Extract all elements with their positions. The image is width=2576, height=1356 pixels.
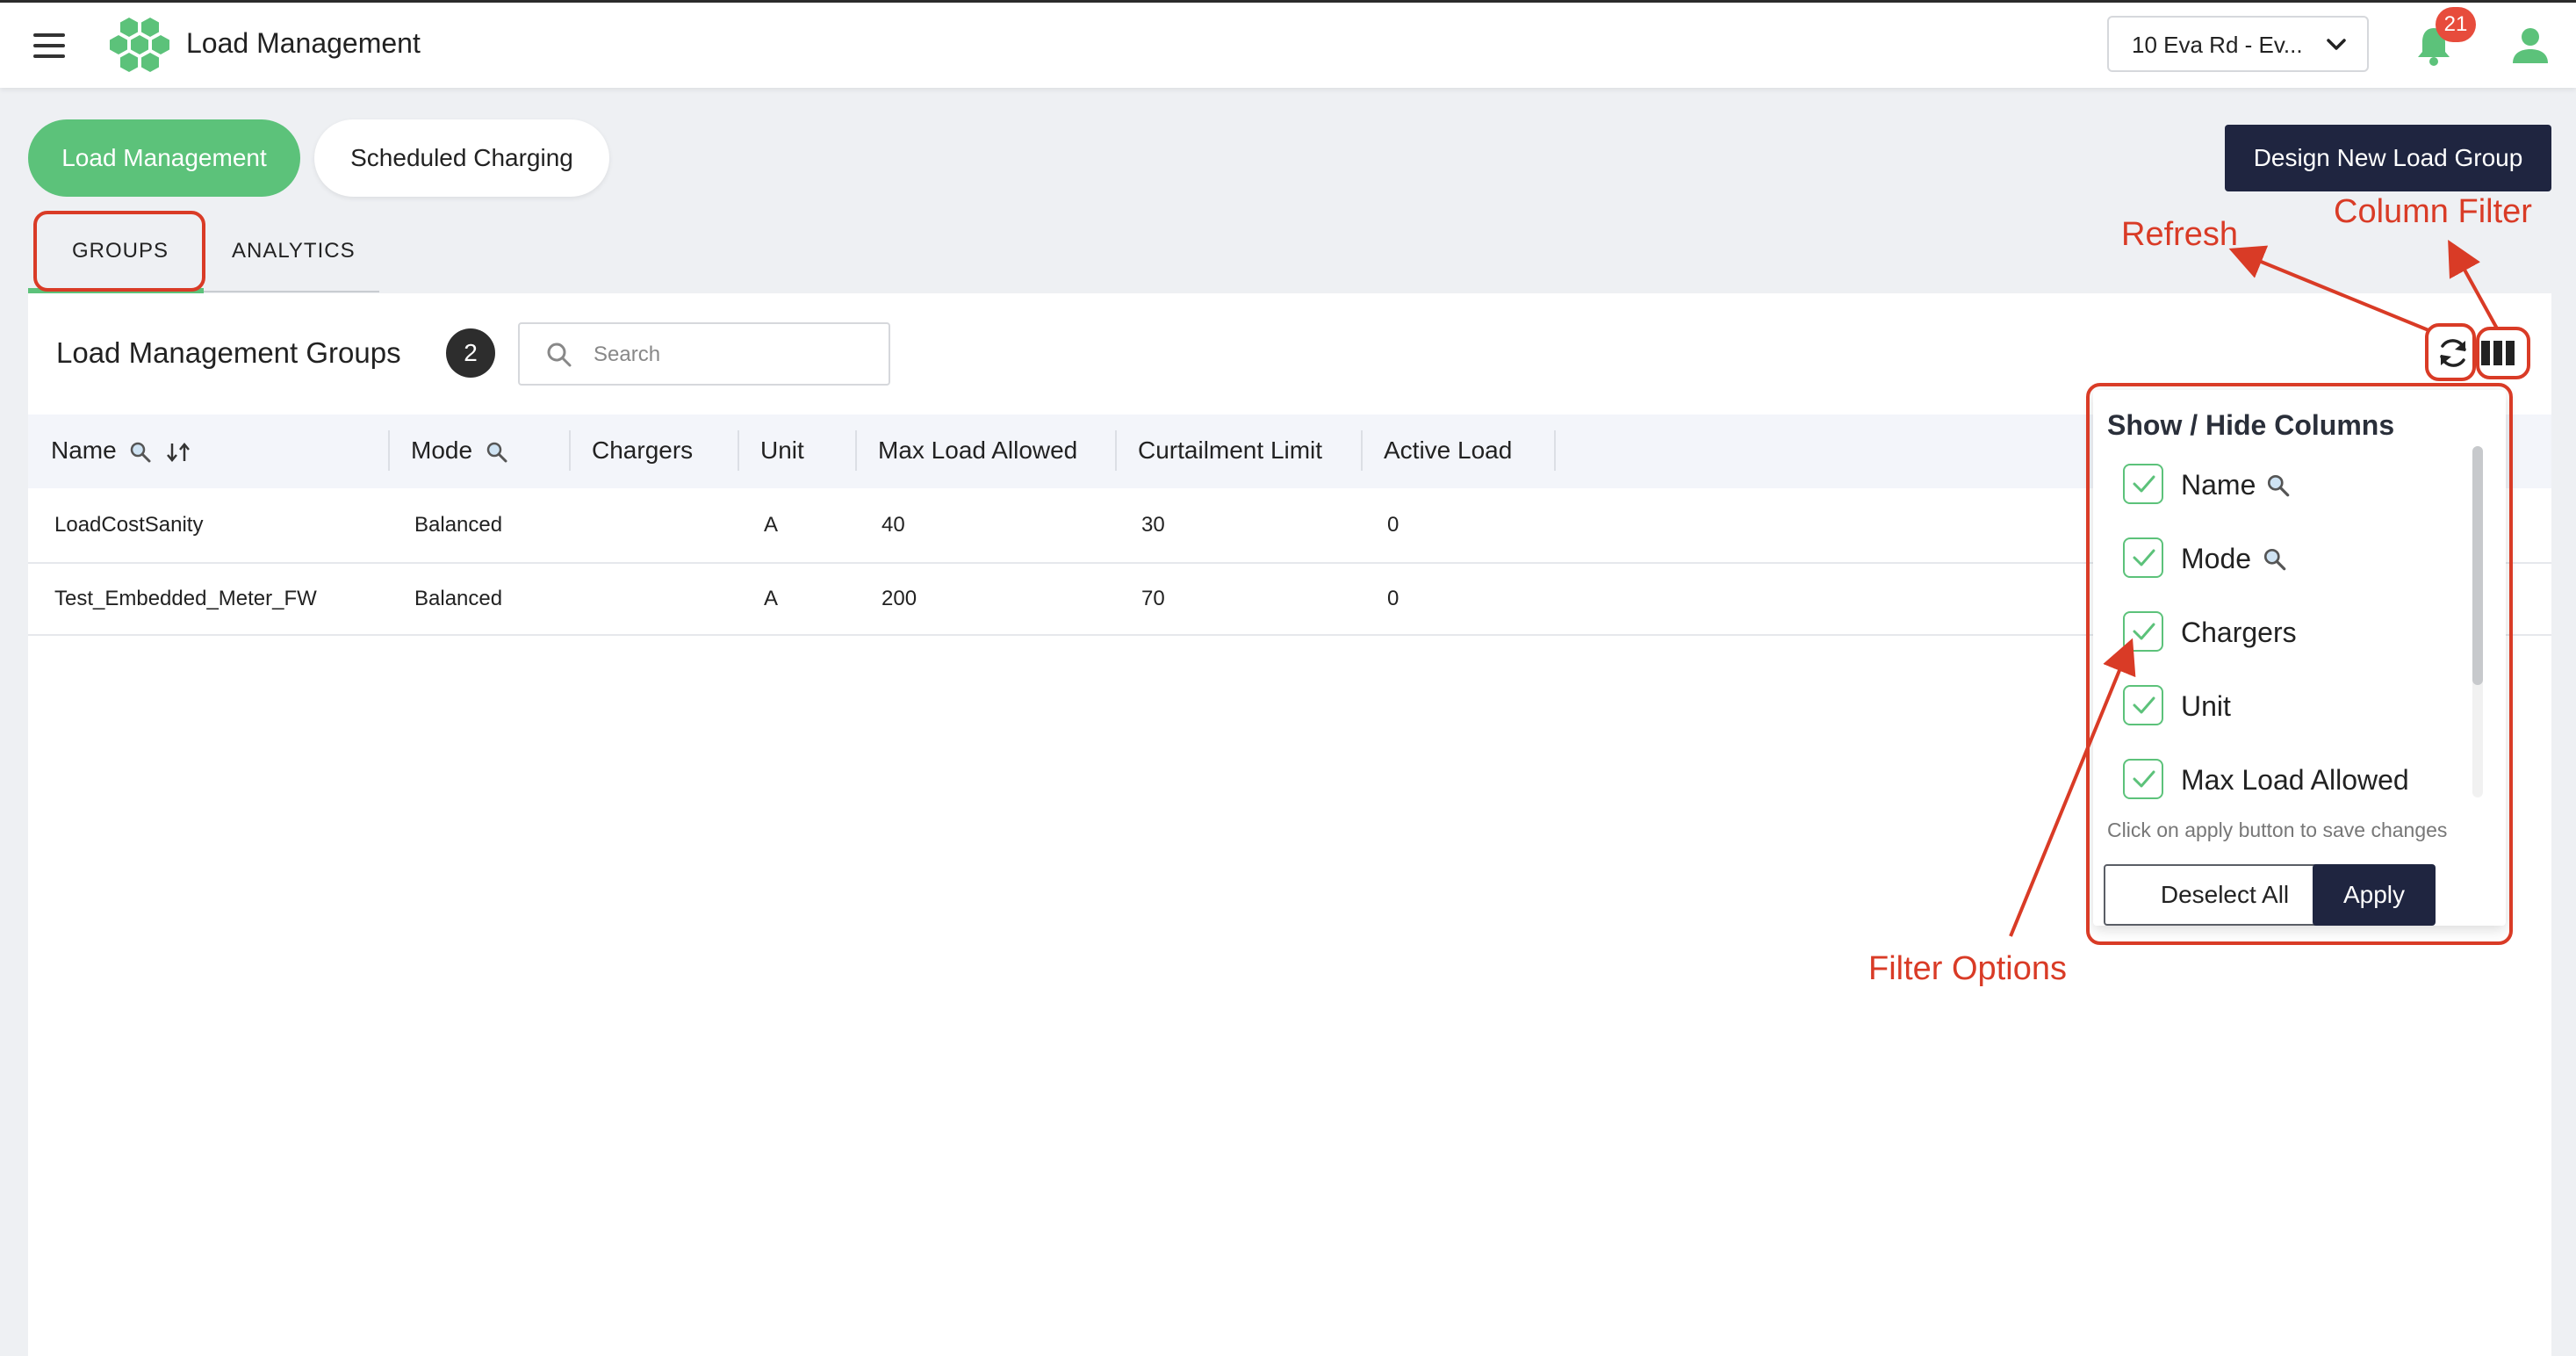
cell-max-load: 40 [881,513,905,537]
cell-unit: A [764,513,779,537]
search-icon[interactable] [128,440,153,465]
column-separator[interactable] [855,430,857,471]
column-header-chargers[interactable]: Chargers [592,436,693,465]
site-selector-value: 10 Eva Rd - Ev... [2132,32,2303,58]
app-title: Load Management [186,27,421,59]
chevron-down-icon [2327,39,2346,50]
cell-mode: Balanced [414,513,503,537]
column-header-max-load[interactable]: Max Load Allowed [878,436,1077,465]
cell-name[interactable]: LoadCostSanity [54,513,203,537]
column-header-mode[interactable]: Mode [411,436,509,465]
column-separator[interactable] [1361,430,1363,471]
annotation-box-column-filter [2476,327,2530,379]
column-separator[interactable] [1115,430,1117,471]
search-box[interactable] [518,322,890,386]
search-input[interactable] [592,338,876,371]
cell-mode: Balanced [414,587,503,610]
annotation-box-filter-options [2086,383,2513,945]
column-separator[interactable] [569,430,571,471]
site-selector[interactable]: 10 Eva Rd - Ev... [2107,16,2369,72]
cell-active-load: 0 [1387,587,1400,610]
column-header-unit[interactable]: Unit [760,436,804,465]
column-header-active-load[interactable]: Active Load [1384,436,1512,465]
cell-unit: A [764,587,779,610]
menu-icon[interactable] [33,33,65,58]
groups-count-badge: 2 [446,328,495,378]
annotation-box-groups [33,211,205,292]
cell-active-load: 0 [1387,513,1400,537]
logo-icon [110,18,169,72]
column-header-mode-label: Mode [411,436,473,464]
groups-title: Load Management Groups [56,336,401,369]
column-header-name-label: Name [51,436,117,464]
column-header-name[interactable]: Name [51,436,191,465]
annotation-filter-options: Filter Options [1868,950,2067,987]
tab-load-management[interactable]: Load Management [28,119,300,197]
user-icon[interactable] [2509,26,2551,65]
cell-max-load: 200 [881,587,917,610]
cell-name[interactable]: Test_Embedded_Meter_FW [54,587,317,611]
annotation-box-refresh [2425,323,2476,381]
design-new-load-group-button[interactable]: Design New Load Group [2225,125,2551,191]
column-separator[interactable] [738,430,739,471]
annotation-refresh: Refresh [2121,216,2239,253]
column-header-curtailment[interactable]: Curtailment Limit [1138,436,1322,465]
tab-scheduled-charging[interactable]: Scheduled Charging [314,119,609,197]
cell-curtailment: 70 [1141,587,1165,610]
search-icon [547,343,572,367]
notification-badge: 21 [2436,7,2476,42]
search-icon[interactable] [485,440,509,465]
column-separator[interactable] [388,430,390,471]
column-separator[interactable] [1554,430,1556,471]
annotation-column-filter: Column Filter [2334,193,2532,230]
cell-curtailment: 30 [1141,513,1165,537]
tab-divider [204,291,379,292]
tab-analytics[interactable]: ANALYTICS [232,239,356,263]
sort-icon[interactable] [165,440,191,465]
